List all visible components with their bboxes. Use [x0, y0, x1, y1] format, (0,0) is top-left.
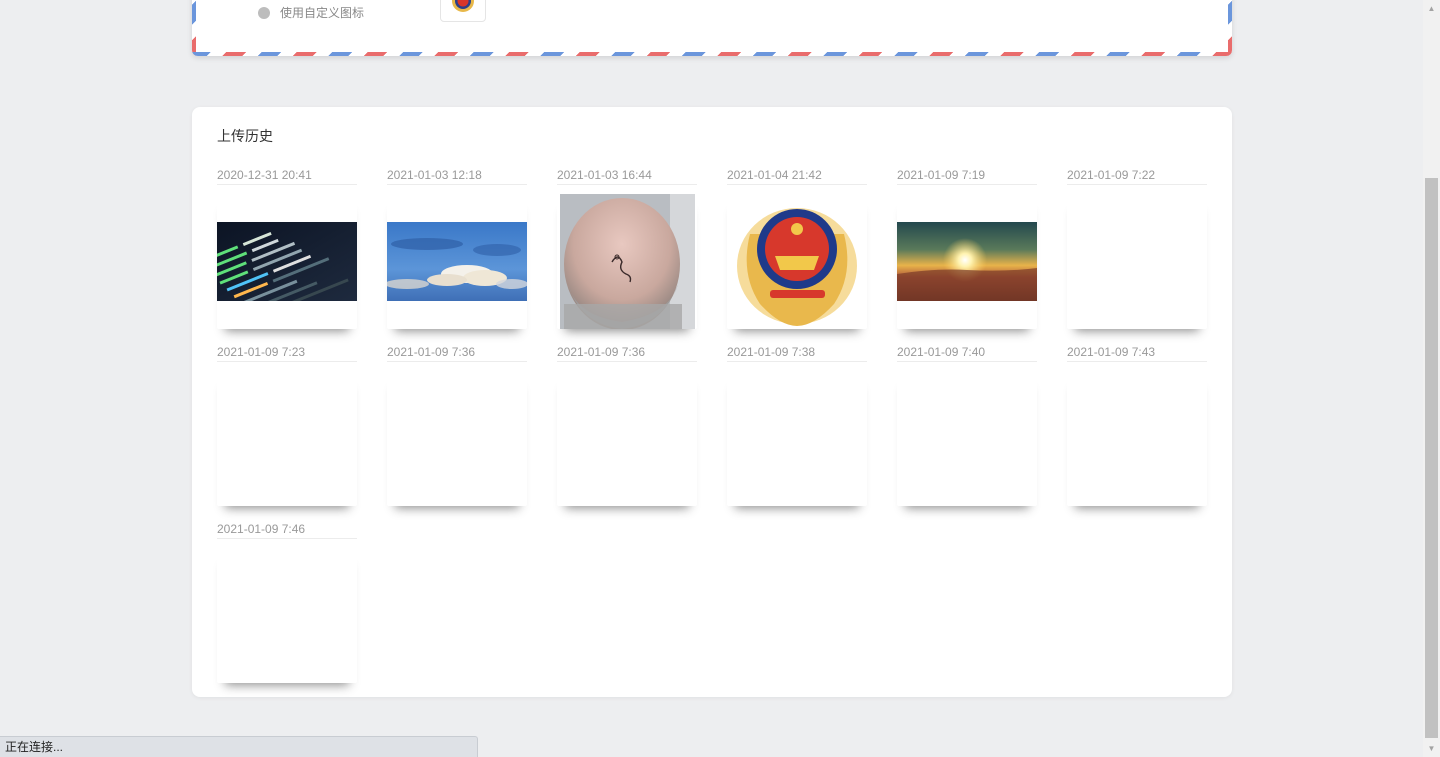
- history-thumbnail[interactable]: [557, 194, 697, 329]
- history-thumbnail[interactable]: [727, 371, 867, 506]
- custom-icon-preview[interactable]: [440, 0, 486, 22]
- settings-card: 使用自定义图标: [192, 0, 1232, 56]
- history-item: 2020-12-31 20:41: [217, 167, 357, 337]
- history-item: 2021-01-09 7:22: [1067, 167, 1207, 337]
- history-thumbnail[interactable]: [1067, 194, 1207, 329]
- history-thumbnail[interactable]: [727, 194, 867, 329]
- upload-date: 2021-01-09 7:19: [897, 167, 1037, 185]
- history-thumbnail[interactable]: [1067, 371, 1207, 506]
- upload-date: 2021-01-09 7:46: [217, 521, 357, 539]
- history-item: 2021-01-09 7:43: [1067, 344, 1207, 514]
- history-thumbnail[interactable]: [217, 371, 357, 506]
- upload-date: 2021-01-09 7:36: [557, 344, 697, 362]
- upload-date: 2021-01-09 7:38: [727, 344, 867, 362]
- history-title: 上传历史: [217, 128, 273, 144]
- page-viewport: 使用自定义图标 上传历史 2020-12-31 20:41 2021-01-03…: [0, 0, 1440, 757]
- history-thumbnail[interactable]: [217, 548, 357, 683]
- blue-sky-clouds-image: [387, 222, 527, 301]
- scroll-up-arrow-icon[interactable]: ▲: [1423, 0, 1440, 17]
- history-item: 2021-01-03 12:18: [387, 167, 527, 337]
- sunrise-image: [897, 222, 1037, 301]
- upload-date: 2021-01-09 7:22: [1067, 167, 1207, 185]
- upload-date: 2021-01-09 7:43: [1067, 344, 1207, 362]
- upload-date: 2021-01-03 12:18: [387, 167, 527, 185]
- code-screen-image: [217, 222, 357, 301]
- history-item: 2021-01-09 7:40: [897, 344, 1037, 514]
- history-item: 2021-01-09 7:19: [897, 167, 1037, 337]
- history-thumbnail[interactable]: [557, 371, 697, 506]
- history-thumbnail[interactable]: [897, 371, 1037, 506]
- upload-date: 2020-12-31 20:41: [217, 167, 357, 185]
- bald-head-image: [559, 194, 695, 329]
- upload-date: 2021-01-09 7:36: [387, 344, 527, 362]
- history-thumbnail[interactable]: [897, 194, 1037, 329]
- airmail-border-left: [192, 0, 196, 56]
- history-item: 2021-01-03 16:44: [557, 167, 697, 337]
- radio-button-icon[interactable]: [258, 6, 270, 19]
- airmail-border-bottom: [192, 52, 1232, 56]
- police-emblem-image: [729, 194, 865, 329]
- upload-date: 2021-01-09 7:23: [217, 344, 357, 362]
- history-item: 2021-01-09 7:36: [557, 344, 697, 514]
- upload-history-card: 上传历史 2020-12-31 20:41 2021-01-03 12:18 2…: [192, 107, 1232, 697]
- browser-status-bar: 正在连接...: [0, 736, 478, 757]
- history-item: 2021-01-09 7:36: [387, 344, 527, 514]
- history-item: 2021-01-09 7:46: [217, 521, 357, 691]
- history-thumbnail[interactable]: [217, 194, 357, 329]
- emblem-mini-icon: [452, 0, 474, 12]
- airmail-border-right: [1228, 0, 1232, 56]
- history-thumbnail[interactable]: [387, 371, 527, 506]
- scrollbar-thumb[interactable]: [1425, 178, 1438, 738]
- vertical-scrollbar[interactable]: ▲ ▼: [1423, 0, 1440, 757]
- scroll-down-arrow-icon[interactable]: ▼: [1423, 740, 1440, 757]
- upload-date: 2021-01-03 16:44: [557, 167, 697, 185]
- history-item: 2021-01-09 7:23: [217, 344, 357, 514]
- history-item: 2021-01-09 7:38: [727, 344, 867, 514]
- history-item: 2021-01-04 21:42: [727, 167, 867, 337]
- history-thumbnail[interactable]: [387, 194, 527, 329]
- upload-date: 2021-01-09 7:40: [897, 344, 1037, 362]
- upload-date: 2021-01-04 21:42: [727, 167, 867, 185]
- custom-icon-label: 使用自定义图标: [280, 6, 365, 20]
- custom-icon-radio[interactable]: 使用自定义图标: [258, 4, 364, 21]
